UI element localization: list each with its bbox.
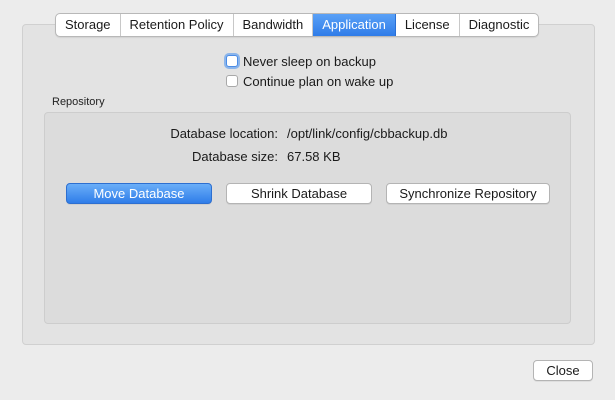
- move-database-button[interactable]: Move Database: [66, 183, 212, 204]
- tab-license[interactable]: License: [396, 14, 460, 36]
- continue-plan-label[interactable]: Continue plan on wake up: [243, 74, 393, 89]
- continue-plan-checkbox[interactable]: [226, 75, 238, 87]
- tab-diagnostic[interactable]: Diagnostic: [460, 14, 539, 36]
- tab-bar: Storage Retention Policy Bandwidth Appli…: [55, 13, 540, 37]
- continue-plan-option[interactable]: Continue plan on wake up: [226, 73, 393, 89]
- database-size-label: Database size:: [192, 149, 278, 164]
- database-size-row: Database size:: [0, 149, 278, 165]
- close-button[interactable]: Close: [533, 360, 593, 381]
- tab-bandwidth[interactable]: Bandwidth: [234, 14, 314, 36]
- tab-retention-policy[interactable]: Retention Policy: [121, 14, 234, 36]
- database-location-label: Database location:: [170, 126, 278, 141]
- never-sleep-label[interactable]: Never sleep on backup: [243, 54, 376, 69]
- tab-storage[interactable]: Storage: [56, 14, 121, 36]
- repository-group: [44, 112, 571, 324]
- tab-application[interactable]: Application: [313, 14, 396, 36]
- database-size-value: 67.58 KB: [287, 149, 341, 164]
- database-location-row: Database location:: [0, 126, 278, 142]
- never-sleep-option[interactable]: Never sleep on backup: [226, 53, 376, 69]
- preferences-window: Storage Retention Policy Bandwidth Appli…: [0, 0, 615, 400]
- database-location-value: /opt/link/config/cbbackup.db: [287, 126, 448, 141]
- never-sleep-checkbox[interactable]: [226, 55, 238, 67]
- repository-group-title: Repository: [52, 96, 105, 108]
- shrink-database-button[interactable]: Shrink Database: [226, 183, 372, 204]
- synchronize-repository-button[interactable]: Synchronize Repository: [386, 183, 550, 204]
